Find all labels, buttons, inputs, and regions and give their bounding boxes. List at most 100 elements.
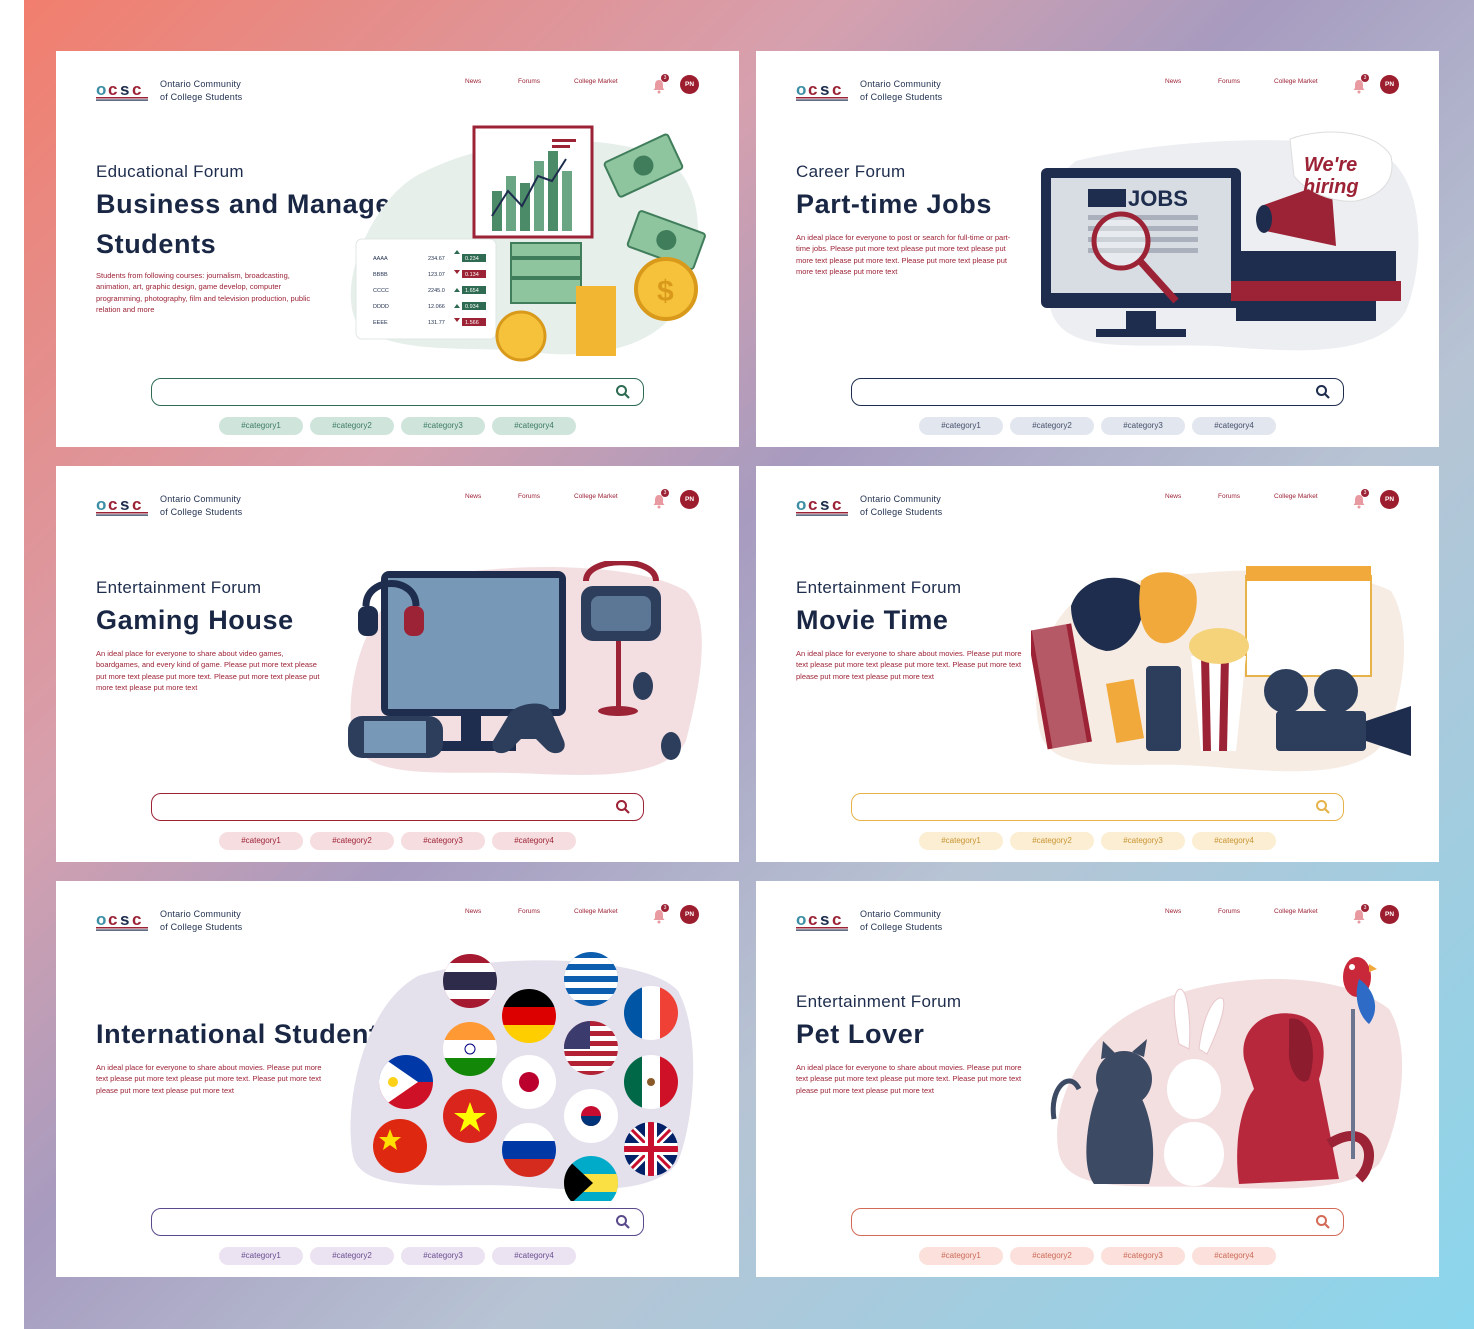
search-input[interactable]	[851, 378, 1344, 406]
stock-change: 0.234	[465, 256, 479, 262]
nav-college-market[interactable]: College Market	[1274, 78, 1318, 85]
nav-forums[interactable]: Forums	[1218, 78, 1240, 85]
forum-card-pets: o c s c Ontario Community of College Stud…	[756, 881, 1439, 1277]
pets-illustration	[1050, 957, 1403, 1189]
nav-forums[interactable]: Forums	[1218, 908, 1240, 915]
forum-card-movies: o c s c Ontario Community of College Stud…	[756, 466, 1439, 862]
forum-description: An ideal place for everyone to post or s…	[796, 233, 1011, 276]
forum-category: Entertainment Forum	[796, 578, 962, 597]
tag-chip[interactable]: #category2	[310, 832, 394, 850]
nav-college-market[interactable]: College Market	[1274, 908, 1318, 915]
svg-text:o: o	[96, 910, 106, 929]
search-icon[interactable]	[615, 384, 631, 400]
avatar[interactable]: PN	[680, 905, 699, 924]
stock-price: 131.77	[428, 320, 445, 326]
tag-chip[interactable]: #category1	[919, 832, 1003, 850]
search-icon[interactable]	[1315, 1214, 1331, 1230]
tag-chip[interactable]: #category3	[401, 417, 485, 435]
avatar[interactable]: PN	[1380, 905, 1399, 924]
tag-chip[interactable]: #category3	[401, 832, 485, 850]
nav-college-market[interactable]: College Market	[574, 908, 618, 915]
avatar[interactable]: PN	[1380, 490, 1399, 509]
tag-chip[interactable]: #category3	[1101, 417, 1185, 435]
search-icon[interactable]	[1315, 384, 1331, 400]
tag-list: #category1 #category2 #category3 #catego…	[919, 832, 1276, 850]
svg-text:c: c	[132, 910, 141, 929]
tag-chip[interactable]: #category2	[1010, 832, 1094, 850]
notification-badge: 3	[661, 74, 669, 82]
svg-text:s: s	[120, 910, 129, 929]
forum-description: An ideal place for everyone to share abo…	[796, 1063, 1022, 1095]
avatar[interactable]: PN	[680, 75, 699, 94]
nav-news[interactable]: News	[1165, 908, 1181, 915]
finance-illustration: AAAA 234.67 BBBB 123.07 CCCC 2245.0 DDDD 12.…	[350, 125, 706, 362]
tag-chip[interactable]: #category1	[919, 417, 1003, 435]
nav-forums[interactable]: Forums	[518, 493, 540, 500]
stock-price: 123.07	[428, 272, 445, 278]
tag-chip[interactable]: #category1	[219, 417, 303, 435]
jobs-illustration: JOBS We're hiring	[1041, 131, 1419, 351]
tag-chip[interactable]: #category2	[310, 417, 394, 435]
hiring-bubble: We're	[1304, 154, 1357, 176]
search-input[interactable]	[151, 1208, 644, 1236]
nav-forums[interactable]: Forums	[518, 908, 540, 915]
tag-chip[interactable]: #category1	[219, 1247, 303, 1265]
nav-news[interactable]: News	[465, 78, 481, 85]
nav-news[interactable]: News	[1165, 78, 1181, 85]
ocsc-logo: o c s c	[96, 80, 148, 101]
tag-chip[interactable]: #category4	[1192, 417, 1276, 435]
svg-text:c: c	[108, 495, 117, 514]
stock-symbol: BBBB	[373, 272, 388, 278]
tag-chip[interactable]: #category3	[401, 1247, 485, 1265]
nav-college-market[interactable]: College Market	[574, 78, 618, 85]
svg-text:c: c	[808, 910, 817, 929]
search-icon[interactable]	[615, 1214, 631, 1230]
nav-forums[interactable]: Forums	[1218, 493, 1240, 500]
tag-chip[interactable]: #category2	[1010, 417, 1094, 435]
tag-chip[interactable]: #category2	[1010, 1247, 1094, 1265]
background-margin	[0, 0, 24, 1329]
tag-chip[interactable]: #category1	[219, 832, 303, 850]
org-name: Ontario Community of College Students	[860, 909, 943, 932]
search-input[interactable]	[151, 793, 644, 821]
nav-college-market[interactable]: College Market	[574, 493, 618, 500]
flag-greece-icon	[564, 952, 618, 1006]
nav-news[interactable]: News	[1165, 493, 1181, 500]
stock-symbol: DDDD	[373, 304, 389, 310]
stock-price: 12.066	[428, 304, 445, 310]
tag-chip[interactable]: #category4	[492, 832, 576, 850]
tag-chip[interactable]: #category4	[1192, 832, 1276, 850]
tag-chip[interactable]: #category3	[1101, 1247, 1185, 1265]
tag-chip[interactable]: #category3	[1101, 832, 1185, 850]
search-input[interactable]	[851, 793, 1344, 821]
tag-chip[interactable]: #category4	[492, 417, 576, 435]
nav-college-market[interactable]: College Market	[1274, 493, 1318, 500]
tag-chip[interactable]: #category4	[492, 1247, 576, 1265]
forum-title: Movie Time	[796, 605, 949, 635]
nav-news[interactable]: News	[465, 908, 481, 915]
flag-south-korea-icon	[564, 1089, 618, 1143]
svg-text:s: s	[820, 80, 829, 99]
search-icon[interactable]	[1315, 799, 1331, 815]
tag-list: #category1 #category2 #category3 #catego…	[919, 417, 1276, 435]
forum-card-gaming: o c s c Ontario Community of College Stud…	[56, 466, 739, 862]
stock-change: 1.566	[465, 320, 479, 326]
svg-text:s: s	[120, 495, 129, 514]
search-input[interactable]	[851, 1208, 1344, 1236]
svg-text:c: c	[132, 495, 141, 514]
avatar[interactable]: PN	[1380, 75, 1399, 94]
nav-forums[interactable]: Forums	[518, 78, 540, 85]
notification-badge: 3	[1361, 904, 1369, 912]
flag-vietnam-icon	[443, 1089, 497, 1143]
search-icon[interactable]	[615, 799, 631, 815]
flag-india-icon	[443, 1022, 497, 1076]
search-input[interactable]	[151, 378, 644, 406]
flags-illustration	[350, 952, 694, 1201]
forum-category: Entertainment Forum	[96, 578, 262, 597]
avatar[interactable]: PN	[680, 490, 699, 509]
tag-chip[interactable]: #category4	[1192, 1247, 1276, 1265]
forum-category: Career Forum	[796, 162, 906, 181]
nav-news[interactable]: News	[465, 493, 481, 500]
tag-chip[interactable]: #category2	[310, 1247, 394, 1265]
tag-chip[interactable]: #category1	[919, 1247, 1003, 1265]
